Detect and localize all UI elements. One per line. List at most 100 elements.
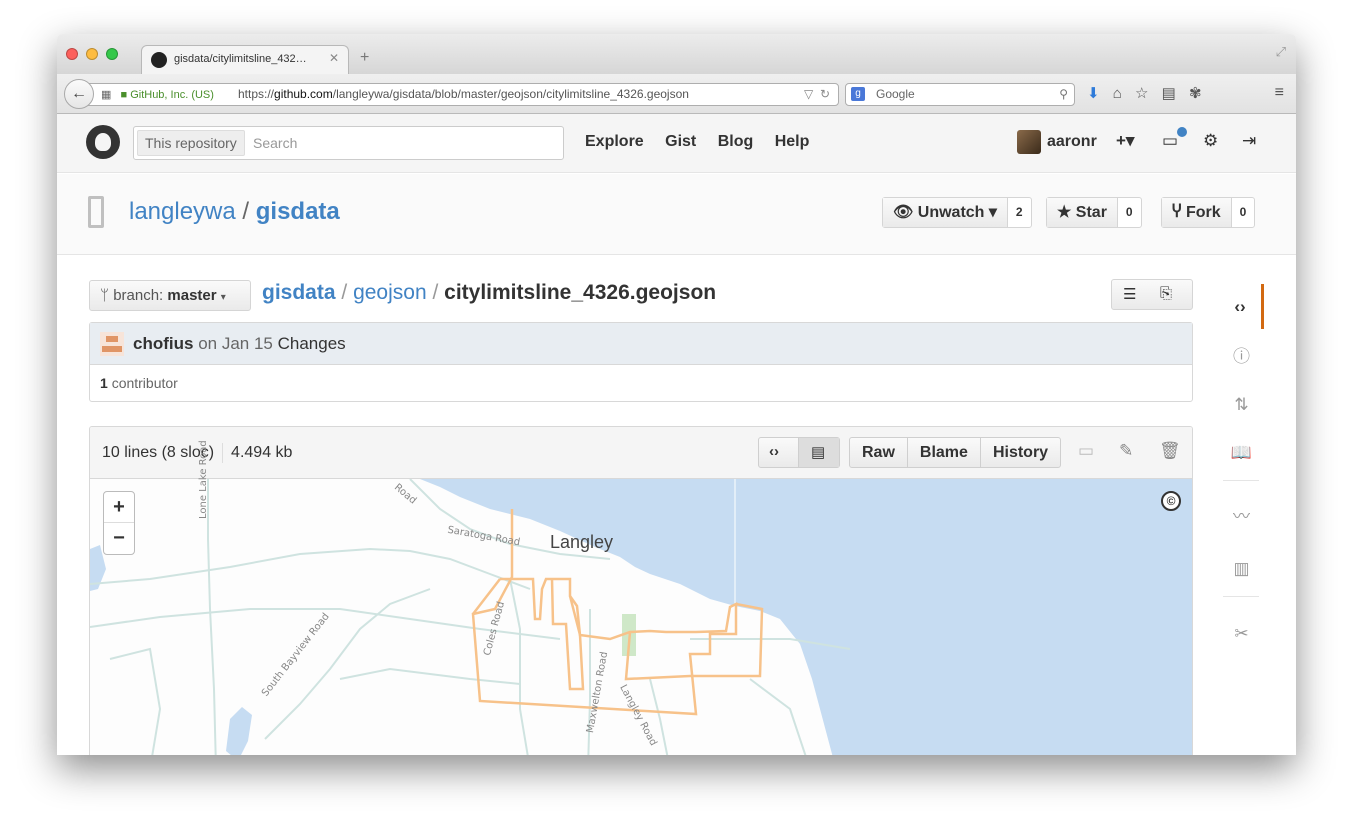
url-text[interactable]: https://github.com/langleywa/gisdata/blo… (238, 84, 689, 105)
unwatch-button[interactable]: 👁 Unwatch ▾ (883, 198, 1008, 227)
watch-button-group: 👁 Unwatch ▾ 2 (882, 197, 1032, 228)
fullscreen-icon[interactable]: ⤢ (1276, 44, 1286, 60)
map-zoom-control: + − (103, 491, 135, 555)
sidebar-item-pulse[interactable]: 〰 (1219, 494, 1264, 539)
document-icon: ▤ (811, 444, 826, 461)
tab-close-icon[interactable]: ✕ (329, 51, 339, 65)
raw-button[interactable]: Raw (850, 438, 908, 467)
menu-icon[interactable]: ≡ (1275, 84, 1284, 102)
star-button-group: ★ Star 0 (1046, 197, 1142, 228)
tools-icon: ✂ (1234, 624, 1249, 643)
map-town-label: Langley (550, 532, 614, 552)
avatar[interactable] (1017, 130, 1041, 154)
zoom-window-button[interactable] (106, 48, 118, 60)
github-logo-icon[interactable] (86, 125, 120, 159)
back-arrow-icon: ← (71, 85, 87, 102)
notifications-icon[interactable]: ▭ (1162, 131, 1178, 151)
eye-icon: 👁 (893, 204, 914, 221)
url-bar[interactable]: ▦ ■ GitHub, Inc. (US) https://github.com… (88, 83, 839, 106)
branch-name: master (167, 287, 217, 304)
star-icon[interactable]: ☆ (1135, 85, 1148, 102)
home-icon[interactable]: ⌂ (1113, 85, 1122, 102)
branch-select-button[interactable]: ᛘ branch: master ▾ (89, 280, 251, 311)
star-icon: ★ (1057, 204, 1072, 221)
commit-header: chofius on Jan 15 Changes (90, 323, 1192, 365)
tab-title: gisdata/citylimitsline_432… (174, 53, 307, 65)
history-button[interactable]: History (981, 438, 1060, 467)
search-placeholder: Google (876, 87, 915, 101)
new-tab-button[interactable]: + (360, 49, 369, 67)
branch-icon: ᛘ (100, 287, 110, 304)
road-line (339, 667, 521, 685)
branch-prefix: branch: (113, 287, 164, 304)
contributors-summary[interactable]: 1 contributor (100, 375, 178, 391)
sidebar-item-graphs[interactable]: ▥ (1219, 546, 1264, 591)
nav-help[interactable]: Help (775, 133, 810, 150)
file-actions: Raw Blame History (849, 437, 1062, 468)
download-icon[interactable]: ⬇ (1087, 85, 1100, 102)
zoom-out-button[interactable]: − (104, 523, 134, 554)
nav-gist[interactable]: Gist (665, 133, 696, 150)
back-button[interactable]: ← (64, 79, 94, 109)
sidebar-item-code[interactable]: ‹› (1219, 284, 1264, 329)
url-path: /langleywa/gisdata/blob/master/geojson/c… (332, 87, 689, 101)
sidebar-item-issues[interactable]: ⓘ (1219, 334, 1264, 379)
site-identity[interactable]: ▦ ■ GitHub, Inc. (US) (97, 85, 214, 105)
nav-explore[interactable]: Explore (585, 133, 644, 150)
star-count[interactable]: 0 (1118, 198, 1141, 227)
issues-icon: ⓘ (1233, 347, 1250, 366)
author-avatar[interactable] (100, 332, 124, 356)
breadcrumb-separator: / (341, 281, 348, 304)
repo-search-input[interactable]: This repository Search (133, 126, 564, 160)
breadcrumb-dir-link[interactable]: geojson (353, 281, 427, 304)
delete-trash-icon[interactable]: 🗑 (1159, 441, 1181, 461)
sidebar-item-wiki[interactable]: 📖 (1219, 430, 1264, 475)
breadcrumb-repo-link[interactable]: gisdata (262, 281, 336, 304)
browser-tab[interactable]: gisdata/citylimitsline_432… ✕ (141, 45, 349, 74)
minimize-window-button[interactable] (86, 48, 98, 60)
fork-count[interactable]: 0 (1232, 198, 1255, 227)
wiki-book-icon: 📖 (1230, 443, 1253, 462)
search-icon[interactable]: ⚲ (1059, 84, 1068, 105)
sidebar-item-settings[interactable]: ✂ (1219, 611, 1264, 656)
repo-icon (88, 196, 104, 228)
attribution-icon[interactable]: © (1161, 491, 1181, 511)
sign-out-icon[interactable]: ⇥ (1242, 131, 1256, 151)
calendar-icon: ▦ (101, 89, 112, 101)
username[interactable]: aaronr (1047, 133, 1097, 151)
settings-gear-icon[interactable]: ⚙ (1203, 131, 1218, 151)
close-window-button[interactable] (66, 48, 78, 60)
graph-icon: ▥ (1233, 559, 1250, 578)
url-bar-icons: ▽ ↻ (804, 84, 830, 105)
search-bar[interactable]: g Google ⚲ (845, 83, 1075, 106)
star-button[interactable]: ★ Star (1047, 198, 1118, 227)
breadcrumb-separator: / (432, 281, 439, 304)
fork-button[interactable]: Ⴤ Fork (1162, 198, 1232, 227)
blame-button[interactable]: Blame (908, 438, 981, 467)
create-new-button[interactable]: +▾ (1116, 131, 1134, 151)
map-road-label: Lone Lake Road (198, 440, 209, 519)
repo-name-link[interactable]: gisdata (256, 198, 340, 225)
sidebar-item-pull-requests[interactable]: ⇅ (1219, 382, 1264, 427)
reload-icon[interactable]: ↻ (820, 87, 830, 101)
watch-count[interactable]: 2 (1008, 198, 1031, 227)
zoom-in-button[interactable]: + (104, 492, 134, 523)
reading-list-icon[interactable]: ▤ (1162, 85, 1176, 102)
file-list-icon[interactable]: ☰ (1123, 285, 1136, 303)
file-info-divider (222, 443, 224, 463)
commit-message-link[interactable]: Changes (278, 334, 346, 353)
copy-path-icon[interactable]: ⎘ (1160, 285, 1172, 302)
edit-pencil-icon[interactable]: ✎ (1119, 441, 1133, 461)
rendered-view-button[interactable]: ▤ (798, 438, 839, 467)
dropdown-arrow-icon[interactable]: ▽ (804, 87, 813, 101)
code-view-icon[interactable]: ‹› (769, 443, 779, 460)
pull-request-icon: ⇅ (1234, 395, 1249, 414)
desktop-icon[interactable]: ▭ (1078, 441, 1094, 461)
map-view[interactable]: Langley Lone Lake Road Saratoga Road Col… (90, 440, 1192, 755)
google-engine-icon[interactable]: g (851, 87, 865, 101)
addon-icon[interactable]: ✾ (1189, 85, 1202, 102)
commit-author-link[interactable]: chofius (133, 334, 193, 353)
nav-blog[interactable]: Blog (718, 133, 754, 150)
fork-label: Fork (1185, 204, 1221, 221)
repo-owner-link[interactable]: langleywa (129, 198, 236, 225)
